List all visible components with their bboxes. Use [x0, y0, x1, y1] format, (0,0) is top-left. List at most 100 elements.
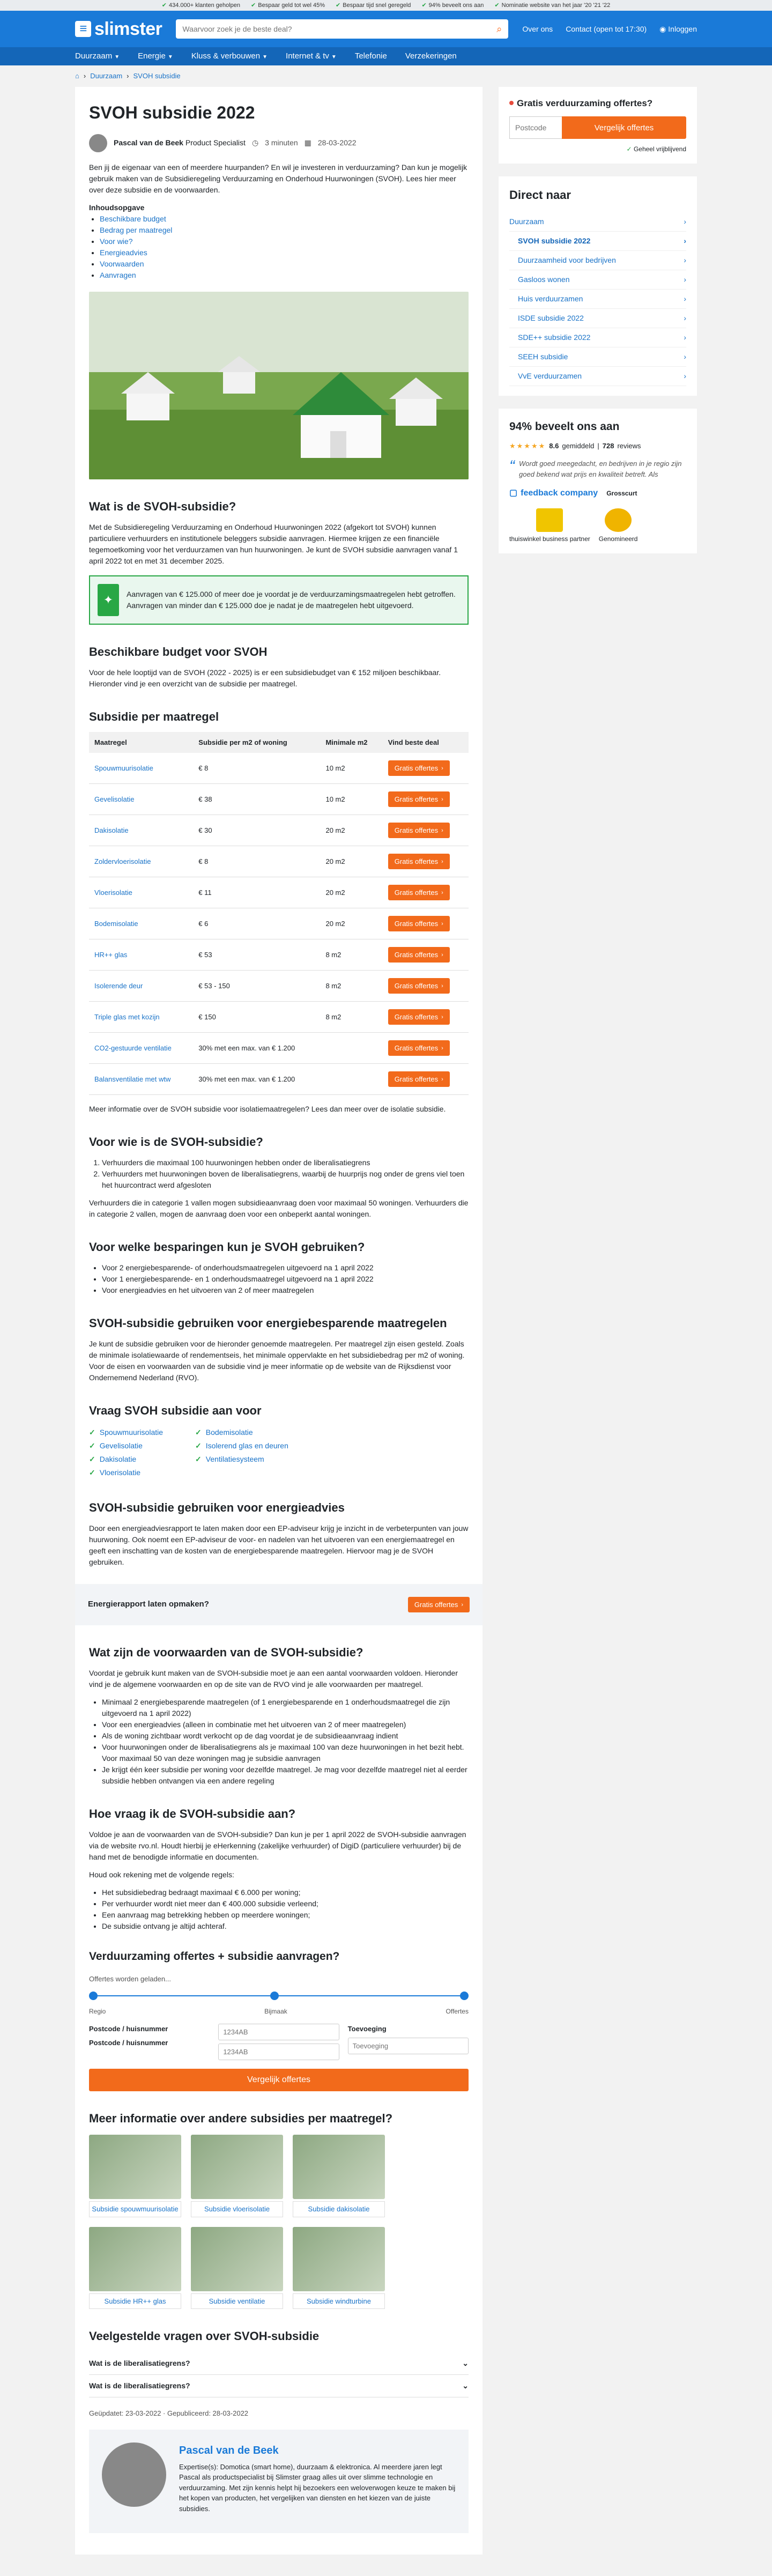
about-link[interactable]: Over ons	[522, 24, 553, 35]
apply-link[interactable]: Gevelisolatie	[100, 1440, 143, 1452]
direct-nav-item[interactable]: Duurzaamheid voor bedrijven ›	[509, 251, 686, 270]
section-heading: Voor welke besparingen kun je SVOH gebru…	[89, 1240, 365, 1254]
offers-button[interactable]: Gratis offertes ›	[388, 1009, 450, 1025]
toc-link[interactable]: Beschikbare budget	[100, 214, 166, 223]
progress-line	[94, 1995, 463, 1996]
how-list: Het subsidiebedrag bedraagt maximaal € 6…	[102, 1887, 469, 1932]
measure-link[interactable]: Spouwmuurisolatie	[94, 764, 153, 772]
nav-item-energie[interactable]: Energie ▼	[138, 50, 173, 63]
subsidy-tile[interactable]: Subsidie dakisolatie	[293, 2135, 385, 2217]
check-icon: ✓	[195, 1455, 202, 1463]
button-label: Gratis offertes	[394, 1044, 439, 1052]
main-nav: Duurzaam ▼ Energie ▼ Kluss & verbouwen ▼ In…	[0, 47, 772, 65]
toc-link[interactable]: Voor wie?	[100, 237, 132, 246]
chevron-right-icon: ›	[441, 1045, 443, 1052]
faq-item[interactable]: Wat is de liberalisatiegrens? ⌄	[89, 2375, 469, 2397]
measure-link[interactable]: Triple glas met kozijn	[94, 1013, 160, 1021]
measure-link[interactable]: CO2-gestuurde ventilatie	[94, 1044, 172, 1052]
direct-nav-item[interactable]: Gasloos wonen ›	[509, 270, 686, 290]
subsidy-tile[interactable]: Subsidie ventilatie	[191, 2226, 283, 2309]
measure-link[interactable]: Balansventilatie met wtw	[94, 1075, 170, 1083]
measure-link[interactable]: Isolerende deur	[94, 982, 143, 990]
breadcrumb-current[interactable]: SVOH subsidie	[133, 71, 181, 82]
direct-nav-item[interactable]: SVOH subsidie 2022 ›	[509, 232, 686, 251]
subsidy-tile[interactable]: Subsidie HR++ glas	[89, 2226, 181, 2309]
postcode-field[interactable]	[218, 2024, 339, 2040]
measure-link[interactable]: Vloerisolatie	[94, 889, 132, 897]
button-label: Gratis offertes	[414, 1601, 458, 1609]
measure-link[interactable]: Gevelisolatie	[94, 795, 134, 803]
offers-button[interactable]: Gratis offertes ›	[388, 760, 450, 776]
toc-link[interactable]: Aanvragen	[100, 271, 136, 279]
subsidy-tile[interactable]: Subsidie vloerisolatie	[191, 2135, 283, 2217]
list-item: De subsidie ontvang je altijd achteraf.	[102, 1921, 469, 1932]
apply-link[interactable]: Isolerend glas en deuren	[206, 1440, 288, 1452]
search-input[interactable]	[182, 25, 483, 33]
offers-button[interactable]: Gratis offertes ›	[388, 916, 450, 931]
apply-link[interactable]: Ventilatiesysteem	[206, 1454, 264, 1465]
faq-item[interactable]: Wat is de liberalisatiegrens? ⌄	[89, 2352, 469, 2375]
subsidy-amount: € 11	[193, 877, 321, 908]
budget-text: Voor de hele looptijd van de SVOH (2022 …	[89, 668, 441, 688]
table-header: Maatregel	[89, 731, 194, 753]
house-number-field[interactable]	[218, 2044, 339, 2060]
chevron-right-icon: ›	[441, 889, 443, 896]
contact-link[interactable]: Contact (open tot 17:30)	[566, 24, 647, 35]
section-heading: Subsidie per maatregel	[89, 709, 219, 723]
table-row: Spouwmuurisolatie € 8 10 m2 Gratis offertes…	[89, 753, 469, 784]
breadcrumb-duurzaam[interactable]: Duurzaam	[90, 71, 122, 82]
measure-link[interactable]: Dakisolatie	[94, 826, 129, 834]
offers-button[interactable]: Gratis offertes ›	[388, 1071, 450, 1087]
offers-button[interactable]: Gratis offertes ›	[388, 978, 450, 994]
home-icon[interactable]: ⌂	[75, 71, 79, 82]
addition-field[interactable]	[347, 2037, 469, 2054]
direct-nav-item[interactable]: ISDE subsidie 2022 ›	[509, 309, 686, 328]
site-logo[interactable]: ≡ slimster	[75, 16, 162, 43]
chat-bubble-icon: ▢	[509, 488, 518, 498]
nav-item-klussen[interactable]: Kluss & verbouwen ▼	[191, 50, 268, 63]
rating-summary: ★★★★★ 8.6 gemiddeld | 728 reviews	[509, 441, 686, 451]
table-note: Meer informatie over de SVOH subsidie vo…	[89, 1105, 446, 1113]
nav-item-verzekeringen[interactable]: Verzekeringen	[405, 50, 457, 63]
sidebar-compare-button[interactable]: Vergelijk offertes	[562, 116, 686, 139]
apply-link[interactable]: Spouwmuurisolatie	[100, 1427, 163, 1438]
chevron-right-icon: ›	[684, 256, 686, 264]
offers-button[interactable]: Gratis offertes ›	[388, 1040, 450, 1056]
toc-link[interactable]: Voorwaarden	[100, 260, 144, 268]
nav-label: Kluss & verbouwen	[191, 51, 261, 61]
offers-button[interactable]: Gratis offertes ›	[388, 823, 450, 838]
button-label: Gratis offertes	[394, 951, 439, 959]
nav-item-internet[interactable]: Internet & tv ▼	[286, 50, 337, 63]
postcode-input[interactable]	[509, 116, 562, 139]
nav-item-duurzaam[interactable]: Duurzaam ▼	[75, 50, 120, 63]
search-icon[interactable]: ⌕	[496, 22, 502, 36]
offers-button[interactable]: Gratis offertes ›	[388, 885, 450, 900]
login-link[interactable]: ◉ Inloggen	[659, 24, 697, 35]
subsidy-amount: € 8	[193, 753, 321, 784]
compare-offers-button[interactable]: Vergelijk offertes	[89, 2069, 469, 2091]
direct-nav-item[interactable]: Duurzaam ›	[509, 212, 686, 232]
subsidy-tile[interactable]: Subsidie windturbine	[293, 2226, 385, 2309]
offers-button[interactable]: Gratis offertes ›	[388, 791, 450, 807]
quote-title: Gratis verduurzaming offertes?	[517, 98, 653, 108]
measure-link[interactable]: Zoldervloerisolatie	[94, 857, 151, 865]
nav-item-telefonie[interactable]: Telefonie	[355, 50, 387, 63]
toc-link[interactable]: Energieadvies	[100, 248, 147, 257]
list-item: Voor huurwoningen onder de liberalisatie…	[102, 1742, 469, 1764]
subsidy-tile[interactable]: Subsidie spouwmuurisolatie	[89, 2135, 181, 2217]
measure-link[interactable]: HR++ glas	[94, 951, 127, 959]
offers-button[interactable]: Gratis offertes ›	[388, 947, 450, 963]
offers-button[interactable]: Gratis offertes ›	[388, 854, 450, 869]
cta-offers-button[interactable]: Gratis offertes ›	[407, 1597, 470, 1612]
toc-link[interactable]: Bedrag per maatregel	[100, 226, 172, 234]
apply-link[interactable]: Dakisolatie	[100, 1454, 136, 1465]
section-heading: SVOH-subsidie gebruiken voor energiebesp…	[89, 1316, 447, 1330]
measure-link[interactable]: Bodemisolatie	[94, 920, 138, 928]
direct-nav-item[interactable]: VvE verduurzamen ›	[509, 367, 686, 386]
direct-nav-item[interactable]: Huis verduurzamen ›	[509, 290, 686, 309]
direct-nav-item[interactable]: SEEH subsidie ›	[509, 347, 686, 367]
apply-link[interactable]: Bodemisolatie	[206, 1427, 253, 1438]
header-links: Over ons Contact (open tot 17:30) ◉ Inlo…	[522, 24, 697, 35]
apply-link[interactable]: Vloerisolatie	[100, 1467, 140, 1478]
direct-nav-item[interactable]: SDE++ subsidie 2022 ›	[509, 328, 686, 347]
